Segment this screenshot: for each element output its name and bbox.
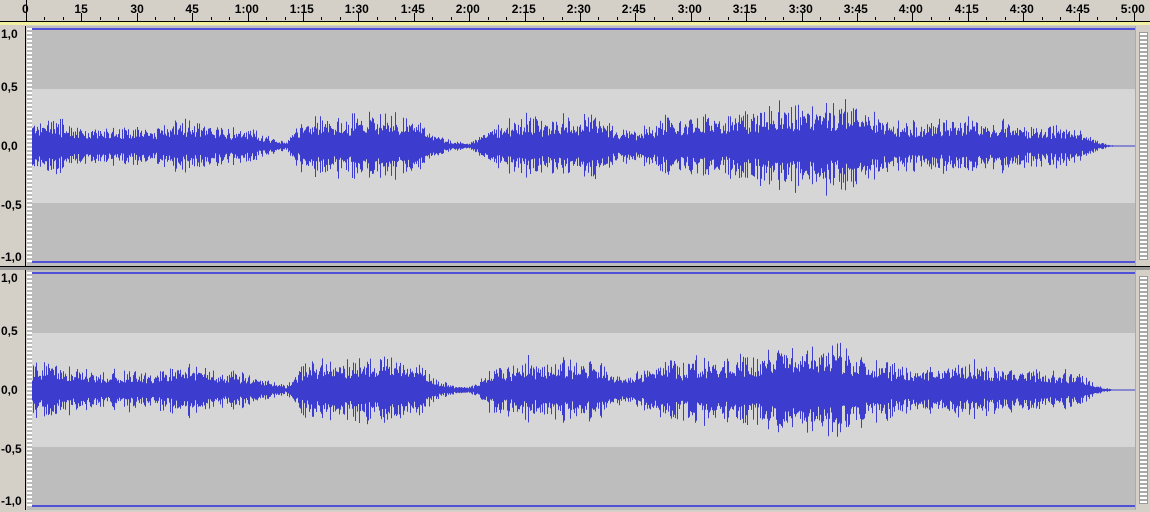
selection-bar[interactable] (0, 22, 1150, 25)
scale-label: -1,0 (1, 250, 22, 264)
minor-tick (506, 17, 507, 20)
waveform-left[interactable] (27, 26, 1135, 266)
minor-tick (1060, 17, 1061, 20)
minor-tick (118, 17, 119, 20)
time-label: 15 (74, 2, 88, 16)
minor-tick (875, 17, 876, 20)
scale-label: -1,0 (1, 494, 22, 508)
audio-track-right-channel[interactable]: 1,0 0,5 0,0 -0,5 -1,0 (0, 270, 1150, 510)
minor-tick (949, 17, 950, 20)
minor-tick (211, 17, 212, 20)
minor-tick (839, 17, 840, 20)
minor-tick (174, 17, 175, 20)
time-label: 1:45 (400, 2, 425, 16)
track-right-handle[interactable] (1135, 270, 1150, 510)
minor-tick (100, 17, 101, 20)
time-label: 1:15 (289, 2, 314, 16)
time-label: 3:15 (732, 2, 757, 16)
time-label: 45 (185, 2, 199, 16)
minor-tick (266, 17, 267, 20)
minor-tick (1116, 17, 1117, 20)
vertical-scale: 1,0 0,5 0,0 -0,5 -1,0 (0, 270, 26, 510)
time-label: 4:00 (898, 2, 923, 16)
left-trim-handle[interactable] (27, 28, 32, 264)
minor-tick (63, 17, 64, 20)
clip-line-top (27, 272, 1135, 274)
minor-tick (432, 17, 433, 20)
scale-label: 0,5 (1, 324, 18, 338)
minor-tick (229, 17, 230, 20)
time-label: 1:00 (234, 2, 259, 16)
minor-tick (377, 17, 378, 20)
scale-label: 1,0 (1, 27, 18, 41)
time-label: 2:00 (455, 2, 480, 16)
scale-label: 0,0 (1, 139, 18, 153)
minor-tick (451, 17, 452, 20)
time-label: 3:00 (677, 2, 702, 16)
play-head-marker (26, 0, 27, 22)
minor-tick (709, 17, 710, 20)
vertical-scale: 1,0 0,5 0,0 -0,5 -1,0 (0, 26, 26, 266)
minor-tick (285, 17, 286, 20)
time-label: 1:30 (344, 2, 369, 16)
clip-line-top (27, 28, 1135, 30)
scale-label: -0,5 (1, 198, 22, 212)
scale-label: 1,0 (1, 271, 18, 285)
time-label: 3:30 (788, 2, 813, 16)
minor-tick (820, 17, 821, 20)
time-label: 4:30 (1009, 2, 1034, 16)
time-label: 5:00 (1120, 2, 1145, 16)
minor-tick (395, 17, 396, 20)
audio-track-left-channel[interactable]: 1,0 0,5 0,0 -0,5 -1,0 (0, 26, 1150, 266)
minor-tick (1097, 17, 1098, 20)
minor-tick (155, 17, 156, 20)
clip-line-bottom (27, 261, 1135, 263)
minor-tick (598, 17, 599, 20)
time-label: 2:30 (566, 2, 591, 16)
grip-icon (1139, 276, 1148, 504)
time-label: 4:15 (954, 2, 979, 16)
minor-tick (321, 17, 322, 20)
minor-tick (44, 17, 45, 20)
time-label: 3:45 (843, 2, 868, 16)
minor-tick (1042, 17, 1043, 20)
minor-tick (617, 17, 618, 20)
waveform-right[interactable] (27, 270, 1135, 510)
time-label: 2:45 (621, 2, 646, 16)
minor-tick (894, 17, 895, 20)
minor-tick (340, 17, 341, 20)
clip-line-bottom (27, 505, 1135, 507)
minor-tick (488, 17, 489, 20)
left-trim-handle[interactable] (27, 272, 32, 508)
track-right-handle[interactable] (1135, 26, 1150, 266)
minor-tick (1005, 17, 1006, 20)
minor-tick (543, 17, 544, 20)
minor-tick (654, 17, 655, 20)
time-label: 2:15 (511, 2, 536, 16)
minor-tick (672, 17, 673, 20)
minor-tick (562, 17, 563, 20)
minor-tick (931, 17, 932, 20)
scale-label: 0,0 (1, 383, 18, 397)
timeline-ruler[interactable]: 01530451:001:151:301:452:002:152:302:453… (0, 0, 1150, 21)
minor-tick (783, 17, 784, 20)
minor-tick (728, 17, 729, 20)
scale-label: 0,5 (1, 80, 18, 94)
time-label: 4:45 (1065, 2, 1090, 16)
minor-tick (765, 17, 766, 20)
minor-tick (986, 17, 987, 20)
time-label: 30 (130, 2, 144, 16)
grip-icon (1139, 32, 1148, 260)
scale-label: -0,5 (1, 442, 22, 456)
